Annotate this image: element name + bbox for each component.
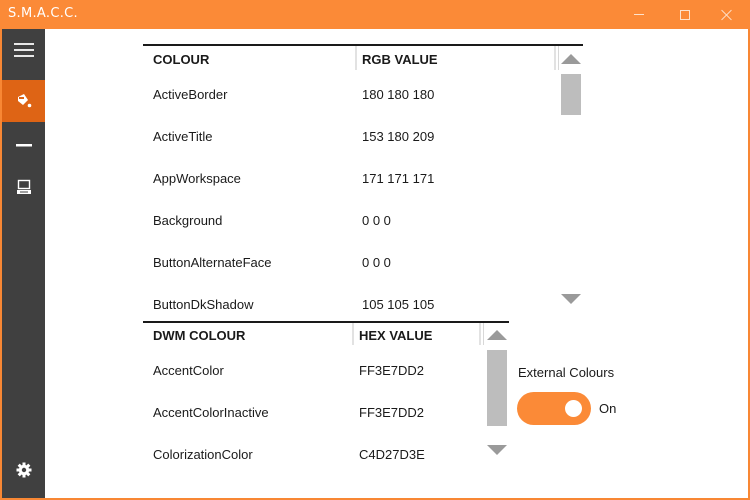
system-colours-table: COLOUR RGB VALUE ActiveBorder 180 180 18… [143,44,583,319]
column-resize-handle[interactable] [554,46,556,70]
colour-value: 180 180 180 [362,87,435,102]
colour-value: 171 171 171 [362,171,435,186]
computer-icon [16,179,31,194]
column-header-colour[interactable]: COLOUR [153,52,209,67]
table-top-border [143,321,509,323]
app-window: S.M.A.C.C. COLOUR RGB VALUE ActiveBorder… [0,0,750,500]
sidebar [2,29,45,498]
maximize-icon [680,9,690,20]
colour-name: ActiveBorder [153,87,228,102]
title-bar: S.M.A.C.C. [0,0,750,29]
toggle-state-label: On [599,401,617,416]
column-resize-handle[interactable] [355,46,357,70]
nav-menu-button[interactable] [2,29,45,71]
colour-value: 0 0 0 [362,255,391,270]
table-top-border [143,44,583,46]
column-divider [483,323,484,345]
hamburger-menu-icon [13,43,34,57]
toggle-knob [565,400,582,417]
dwm-colour-value: FF3E7DD2 [359,405,425,420]
scroll-up-arrow-icon[interactable] [487,330,507,340]
dwm-colour-value: C4D27D3E [359,447,425,462]
colour-value: 153 180 209 [362,129,435,144]
nav-minus-button[interactable] [2,124,45,166]
minimize-icon [634,14,644,15]
app-title: S.M.A.C.C. [8,6,78,21]
gear-icon [16,462,31,478]
close-button[interactable] [704,0,750,29]
close-icon [721,9,733,21]
column-resize-handle[interactable] [352,323,354,345]
colour-name: ButtonAlternateFace [153,255,272,270]
scrollbar-thumb[interactable] [561,74,581,115]
scroll-up-arrow-icon[interactable] [561,54,581,64]
column-header-rgb-value[interactable]: RGB VALUE [362,52,438,67]
dwm-colour-name: ColorizationColor [153,447,253,462]
scroll-down-arrow-icon[interactable] [561,294,581,304]
dwm-colour-name: AccentColor [153,363,224,378]
dwm-colour-value: FF3E7DD2 [359,363,425,378]
external-colours-toggle[interactable] [517,392,591,425]
colour-value: 105 105 105 [362,297,435,312]
colour-name: ActiveTitle [153,129,213,144]
colour-value: 0 0 0 [362,213,391,228]
paint-bucket-icon [17,94,31,108]
column-resize-handle[interactable] [479,323,481,345]
colour-name: AppWorkspace [153,171,241,186]
minimize-button[interactable] [616,0,662,29]
dwm-colour-name: AccentColorInactive [153,405,269,420]
main-content: COLOUR RGB VALUE ActiveBorder 180 180 18… [45,29,748,498]
client-area: COLOUR RGB VALUE ActiveBorder 180 180 18… [2,29,748,498]
scrollbar-thumb[interactable] [487,350,507,426]
scroll-down-arrow-icon[interactable] [487,445,507,455]
external-colours-label: External Colours [518,365,615,380]
column-divider [558,46,559,70]
dwm-colours-table: DWM COLOUR HEX VALUE AccentColor FF3E7DD… [143,321,509,471]
minus-icon [15,144,32,147]
nav-colours-button[interactable] [2,80,45,122]
column-header-dwm-colour[interactable]: DWM COLOUR [153,328,245,343]
colour-name: Background [153,213,223,228]
maximize-button[interactable] [662,0,708,29]
nav-computer-button[interactable] [2,166,45,208]
colour-name: ButtonDkShadow [153,297,254,312]
nav-settings-button[interactable] [2,449,45,491]
column-header-hex-value[interactable]: HEX VALUE [359,328,432,343]
